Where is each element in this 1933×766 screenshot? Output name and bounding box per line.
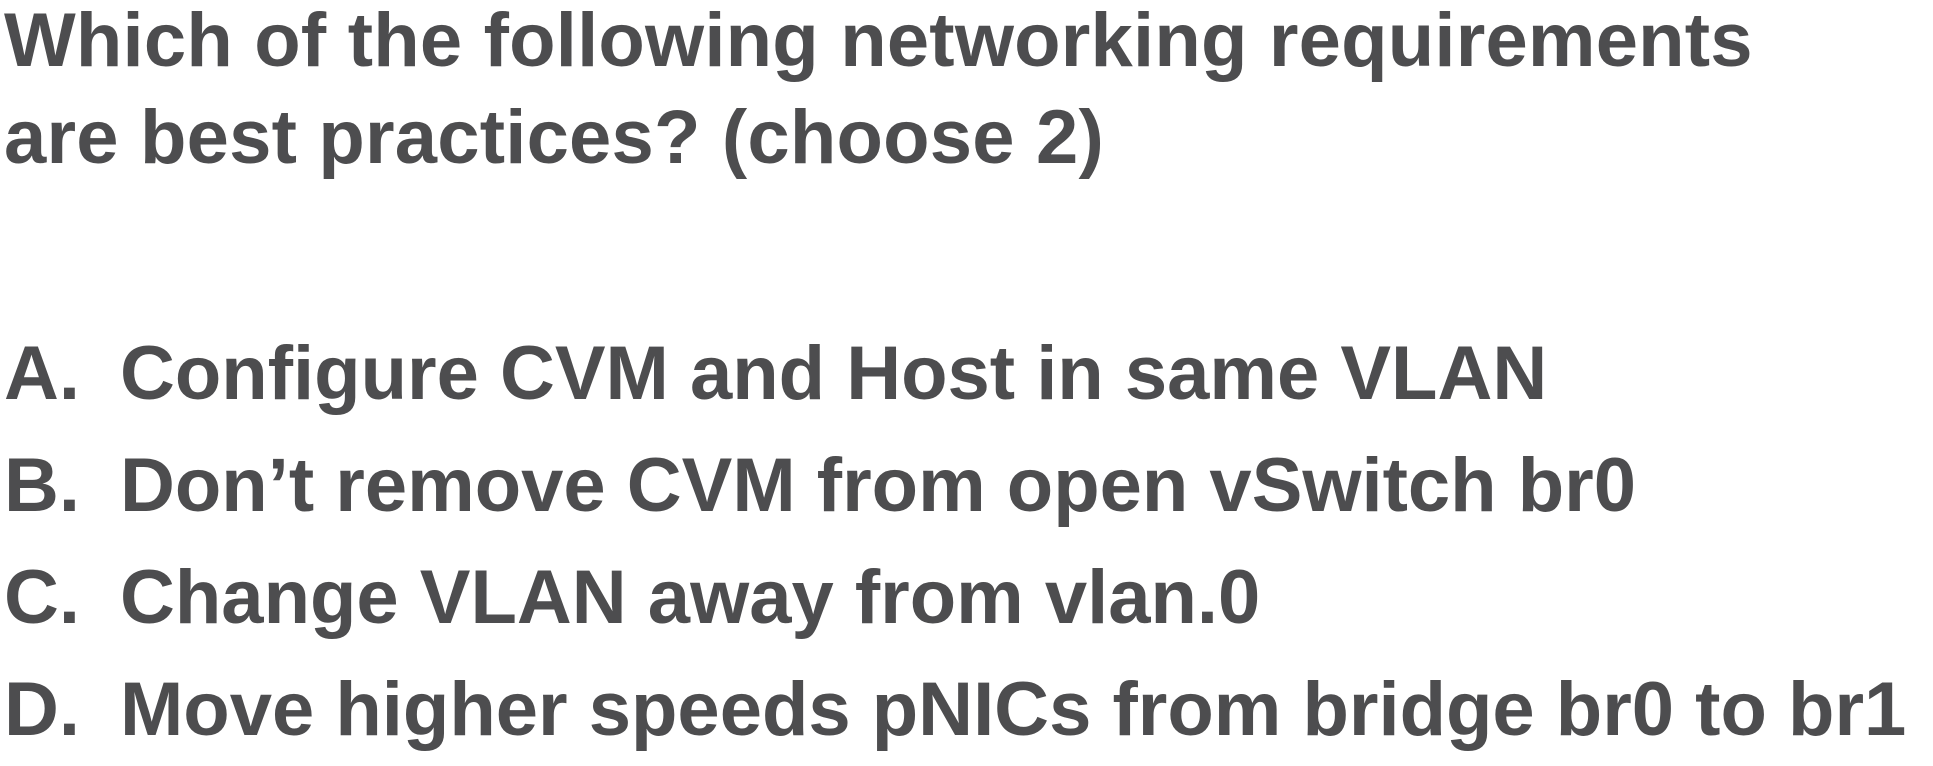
option-text: Move higher speeds pNICs from bridge br0… [120, 667, 1907, 752]
question-line-2: are best practices? (choose 2) [4, 95, 1104, 180]
option-b[interactable]: B. Don’t remove CVM from open vSwitch br… [4, 430, 1906, 542]
option-c[interactable]: C. Change VLAN away from vlan.0 [4, 542, 1906, 654]
option-letter: C. [4, 555, 80, 640]
option-text: Configure CVM and Host in same VLAN [120, 331, 1548, 416]
option-letter: B. [4, 443, 80, 528]
option-letter: A. [4, 331, 80, 416]
question-line-1: Which of the following networking requir… [4, 0, 1753, 83]
option-text: Don’t remove CVM from open vSwitch br0 [120, 443, 1636, 528]
option-letter: D. [4, 667, 80, 752]
question-text: Which of the following networking requir… [4, 0, 1904, 186]
option-a[interactable]: A. Configure CVM and Host in same VLAN [4, 318, 1906, 430]
option-d[interactable]: D. Move higher speeds pNICs from bridge … [4, 654, 1906, 766]
answer-options-list: A. Configure CVM and Host in same VLAN B… [4, 318, 1906, 766]
option-text: Change VLAN away from vlan.0 [120, 555, 1261, 640]
